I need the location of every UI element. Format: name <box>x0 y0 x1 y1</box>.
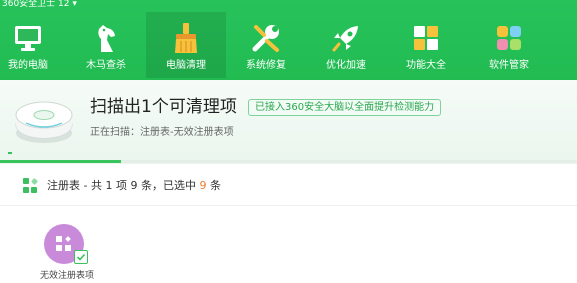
nav-label: 优化加速 <box>326 60 366 71</box>
registry-icon <box>22 177 40 199</box>
scan-progress-bar <box>0 160 577 163</box>
checkmark-icon <box>76 253 86 261</box>
wrench-icon <box>249 21 283 55</box>
broom-icon <box>169 21 203 55</box>
cleaner-device-icon <box>12 93 76 153</box>
account-label[interactable]: 360安全卫士 12 ▾ <box>2 0 77 10</box>
nav-pc-cleanup[interactable]: 电脑清理 <box>146 12 226 78</box>
scan-progress-fill <box>0 160 122 163</box>
scan-status-text: 正在扫描：注册表-无效注册表项 <box>90 127 234 138</box>
nav-system-repair[interactable]: 系统修复 <box>226 12 306 78</box>
nav-label: 电脑清理 <box>166 60 206 71</box>
grid-icon <box>409 21 443 55</box>
apps-icon <box>492 21 526 55</box>
nav-trojan-scan[interactable]: 木马查杀 <box>66 12 146 78</box>
summary-prefix: 注册表 - 共 1 项 9 条，已选中 <box>47 179 200 192</box>
top-nav-bar: 360安全卫士 12 ▾ 我的电脑 木马查杀 电脑清理 系统修复 优化加速 功能… <box>0 0 577 80</box>
security-brain-badge: 已接入360安全大脑以全面提升检测能力 <box>248 99 442 116</box>
nav-label: 功能大全 <box>406 60 446 71</box>
nav-all-features[interactable]: 功能大全 <box>386 12 466 78</box>
registry-summary-text: 注册表 - 共 1 项 9 条，已选中 9 条 <box>47 179 221 193</box>
nav-software-manager[interactable]: 软件管家 <box>469 12 549 78</box>
scan-indicator <box>8 152 12 154</box>
nav-my-computer[interactable]: 我的电脑 <box>0 12 68 78</box>
rocket-icon <box>329 21 363 55</box>
item-checkbox[interactable] <box>74 250 88 264</box>
horse-icon <box>89 21 123 55</box>
nav-label: 木马查杀 <box>86 60 126 71</box>
scan-status-panel: 扫描出1个可清理项 已接入360安全大脑以全面提升检测能力 正在扫描：注册表-无… <box>0 80 577 164</box>
cleanup-item-invalid-registry[interactable]: 无效注册表项 <box>28 222 106 282</box>
summary-suffix: 条 <box>206 179 221 192</box>
registry-summary-row: 注册表 - 共 1 项 9 条，已选中 9 条 <box>0 164 577 206</box>
nav-optimize-speedup[interactable]: 优化加速 <box>306 12 386 78</box>
nav-label: 软件管家 <box>489 60 529 71</box>
scan-result-title: 扫描出1个可清理项 <box>90 97 237 117</box>
nav-label: 系统修复 <box>246 60 286 71</box>
item-label: 无效注册表项 <box>39 271 94 281</box>
nav-label: 我的电脑 <box>8 60 48 71</box>
computer-icon <box>11 21 45 55</box>
